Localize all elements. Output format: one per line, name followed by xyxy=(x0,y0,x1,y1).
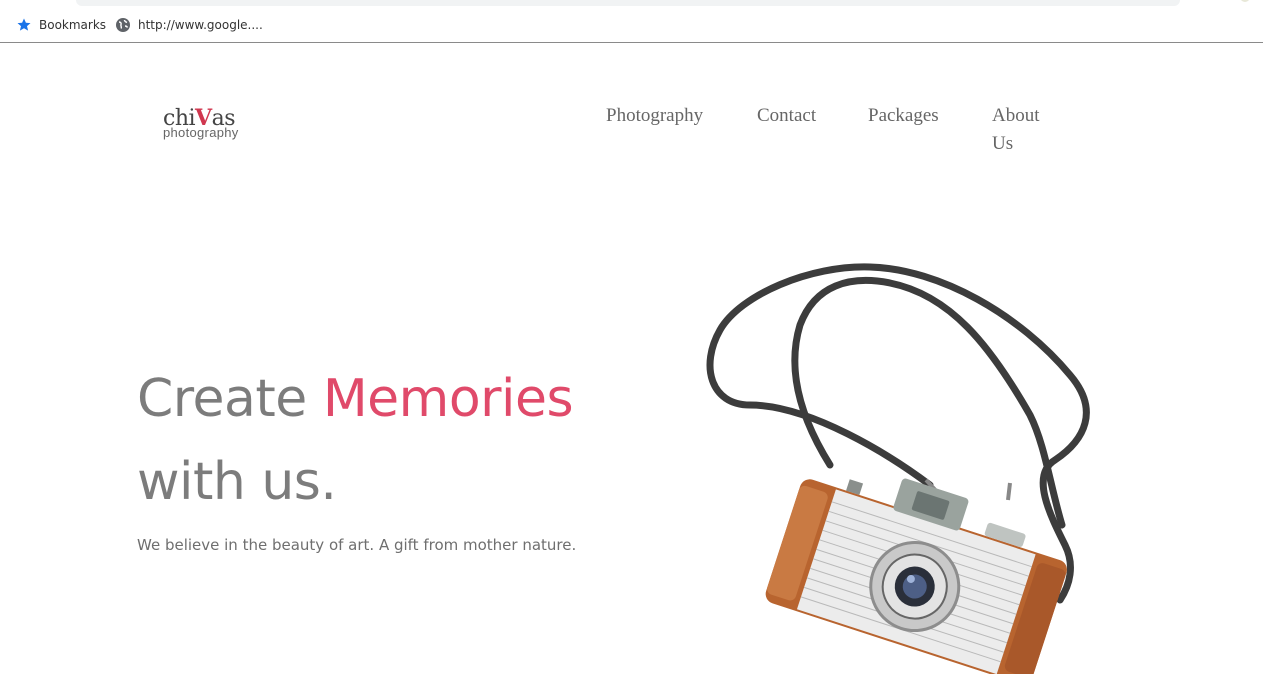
nav-about-line1: About xyxy=(992,105,1040,126)
bookmarks-bar: Bookmarks http://www.google.... xyxy=(0,6,1263,43)
nav-about-us[interactable]: About Us xyxy=(992,102,1040,158)
logo-subtitle: photography xyxy=(163,125,239,140)
hero-subtitle: We believe in the beauty of art. A gift … xyxy=(137,536,577,554)
hero-title-part1: Create xyxy=(137,369,323,429)
nav-contact[interactable]: Contact xyxy=(757,102,816,130)
bookmark-google-link[interactable]: http://www.google.... xyxy=(115,17,263,33)
star-icon xyxy=(16,17,32,33)
globe-icon xyxy=(115,17,131,33)
nav-photography[interactable]: Photography xyxy=(606,102,703,130)
site-logo[interactable]: chiVas photography xyxy=(163,95,253,147)
hero-camera-image xyxy=(690,255,1110,678)
profile-avatar-edge[interactable] xyxy=(1240,0,1250,2)
hero-title-line1: Create Memories xyxy=(137,362,574,436)
bookmark-link-text: http://www.google.... xyxy=(138,18,263,32)
nav-packages[interactable]: Packages xyxy=(868,102,939,130)
bookmarks-label: Bookmarks xyxy=(39,18,107,32)
bookmarks-button[interactable]: Bookmarks xyxy=(16,17,106,33)
nav-about-line2: Us xyxy=(992,133,1014,154)
hero-title-line2: with us. xyxy=(137,452,337,512)
hero-title-accent: Memories xyxy=(322,369,574,429)
